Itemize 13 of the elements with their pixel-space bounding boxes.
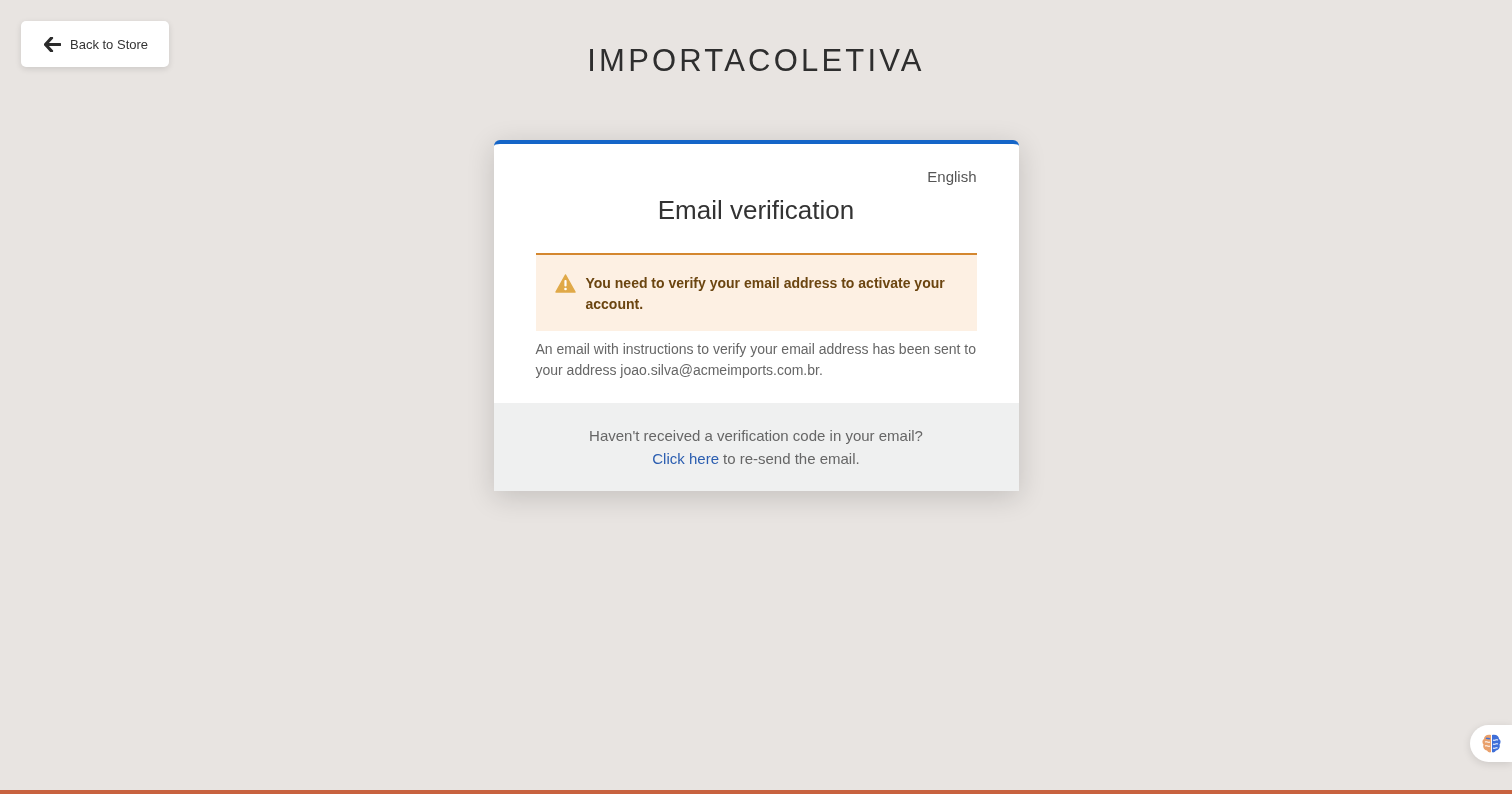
warning-triangle-icon [554,274,576,293]
language-selector[interactable]: English [927,168,977,186]
instructions-text: An email with instructions to verify your email address has been sent to your address joao.silva@acmeimports.com.br. [535,340,977,380]
arrow-left-icon [44,36,61,52]
brain-icon [1481,733,1502,754]
assistant-button[interactable] [1470,725,1512,762]
resend-question: Haven't received a verification code in your email? [589,426,923,446]
resend-link[interactable]: Click here [652,448,719,469]
alert-message: You need to verify your email address to activate your account. [585,274,946,314]
resend-text: to re-send the email. [722,449,860,469]
page-title: Email verification [657,195,855,225]
back-to-store-button[interactable]: Back to Store [21,21,169,67]
brand-title: IMPORTACOLETIVA [587,44,925,78]
